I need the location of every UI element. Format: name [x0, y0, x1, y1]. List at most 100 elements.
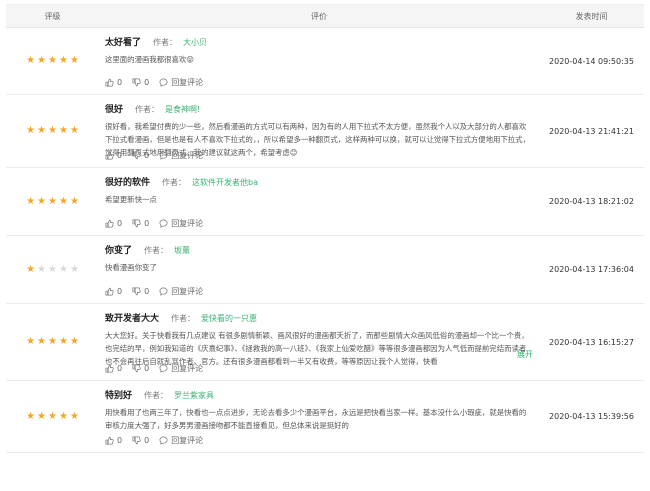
- author-label: 作者： 大小贝: [153, 38, 208, 47]
- reply-button[interactable]: 回复评论: [159, 435, 203, 446]
- dislike-count: 0: [144, 78, 150, 87]
- author-name[interactable]: 坂薰: [174, 246, 190, 255]
- star-icon: ★: [58, 195, 68, 207]
- dislike-count: 0: [144, 151, 150, 160]
- reply-button[interactable]: 回复评论: [159, 150, 203, 161]
- author-name[interactable]: 大小贝: [183, 38, 207, 47]
- reply-label: 回复评论: [171, 436, 204, 445]
- thumbs-up-icon: [105, 364, 114, 373]
- thumbs-down-icon: [132, 219, 141, 228]
- thumbs-up-icon: [105, 287, 114, 296]
- like-count: 0: [117, 287, 123, 296]
- star-icon: ★: [58, 125, 68, 136]
- header-rating: 评级: [44, 11, 61, 21]
- author-label: 作者： 这软件开发者他ba: [162, 178, 258, 187]
- post-time: 2020-04-13 18:21:02: [549, 197, 634, 206]
- author-name[interactable]: 这软件开发者他ba: [192, 178, 258, 187]
- star-icon: ★: [69, 263, 79, 275]
- star-icon: ★: [69, 55, 79, 66]
- star-icon: ★: [37, 195, 47, 207]
- star-icon: ★: [26, 125, 36, 136]
- like-button[interactable]: 0: [105, 78, 122, 87]
- rating-cell: ★ ★ ★ ★ ★: [6, 28, 99, 94]
- thumbs-up-icon: [105, 151, 114, 160]
- star-icon: ★: [37, 410, 47, 422]
- author-name[interactable]: 爱快看的一只惠: [201, 314, 257, 323]
- dislike-button[interactable]: 0: [132, 436, 149, 445]
- thumbs-down-icon: [132, 151, 141, 160]
- reply-button[interactable]: 回复评论: [159, 363, 203, 374]
- dislike-button[interactable]: 0: [132, 364, 149, 373]
- review-body: 希望更新快一点: [105, 195, 157, 204]
- star-icon: ★: [26, 410, 36, 422]
- thumbs-down-icon: [132, 287, 141, 296]
- star-rating: ★ ★ ★ ★ ★: [26, 56, 79, 66]
- star-icon: ★: [37, 336, 47, 347]
- comment-icon: [159, 364, 168, 373]
- rating-cell: ★ ★ ★ ★ ★: [6, 95, 99, 167]
- star-icon: ★: [69, 410, 79, 422]
- star-icon: ★: [48, 55, 57, 66]
- like-button[interactable]: 0: [105, 219, 122, 228]
- post-time: 2020-04-13 21:41:21: [549, 126, 634, 136]
- star-icon: ★: [58, 55, 68, 66]
- like-button[interactable]: 0: [105, 364, 122, 373]
- review-cell: 太好看了 作者： 大小贝 这里面的漫画我都很喜欢😝 0 0 回复评论: [99, 28, 539, 94]
- review-cell: 很好的软件 作者： 这软件开发者他ba 希望更新快一点 0 0 回复评论: [99, 168, 539, 235]
- star-icon: ★: [58, 263, 68, 275]
- expand-link[interactable]: 展开: [517, 349, 533, 360]
- star-rating: ★ ★ ★ ★ ★: [26, 195, 79, 207]
- review-cell: 你变了 作者： 坂薰 快看漫画你变了 0 0 回复评论: [99, 236, 539, 303]
- reply-label: 回复评论: [171, 287, 204, 296]
- star-icon: ★: [48, 195, 57, 207]
- star-icon: ★: [48, 336, 57, 347]
- author-label: 作者： 坂薰: [144, 246, 191, 255]
- star-icon: ★: [37, 55, 47, 66]
- dislike-button[interactable]: 0: [132, 219, 149, 228]
- author-name[interactable]: 罗兰紫家具: [174, 391, 214, 400]
- dislike-count: 0: [144, 436, 150, 445]
- like-count: 0: [117, 219, 123, 228]
- star-icon: ★: [26, 336, 36, 347]
- thumbs-down-icon: [132, 78, 141, 87]
- reply-label: 回复评论: [171, 364, 204, 373]
- comment-icon: [159, 436, 168, 445]
- table-header: 评级 评价 发表时间: [6, 4, 644, 28]
- rating-cell: ★ ★ ★ ★ ★: [6, 381, 99, 452]
- review-title: 致开发者大大: [105, 314, 160, 324]
- star-icon: ★: [37, 125, 47, 136]
- header-time: 发表时间: [575, 11, 608, 21]
- star-icon: ★: [69, 336, 79, 347]
- review-body: 快看漫画你变了: [105, 263, 157, 272]
- comment-icon: [159, 219, 168, 228]
- review-row: ★ ★ ★ ★ ★ 很好 作者： 是食神啊! 很好看，我希望付费的少一些，然后看漫画的方式…: [6, 95, 644, 168]
- header-review: 评价: [311, 11, 327, 21]
- rating-cell: ★ ★ ★ ★ ★: [6, 168, 99, 235]
- like-button[interactable]: 0: [105, 436, 122, 445]
- review-row: ★ ★ ★ ★ ★ 你变了 作者： 坂薰 快看漫画你变了 0 0 回复评论 2020-04…: [6, 236, 644, 304]
- review-row: ★ ★ ★ ★ ★ 致开发者大大 作者： 爱快看的一只惠 大大您好。关于快看我有几点建议 …: [6, 304, 644, 381]
- dislike-button[interactable]: 0: [132, 78, 149, 87]
- comment-icon: [159, 287, 168, 296]
- star-icon: ★: [69, 195, 79, 207]
- reply-button[interactable]: 回复评论: [159, 286, 203, 297]
- star-rating: ★ ★ ★ ★ ★: [26, 126, 79, 136]
- reply-button[interactable]: 回复评论: [159, 218, 203, 229]
- like-count: 0: [117, 78, 123, 87]
- author-label: 作者： 是食神啊!: [135, 105, 201, 114]
- like-button[interactable]: 0: [105, 151, 122, 160]
- like-count: 0: [117, 151, 123, 160]
- like-count: 0: [117, 436, 123, 445]
- post-time: 2020-04-13 17:36:04: [549, 265, 634, 274]
- like-button[interactable]: 0: [105, 287, 122, 296]
- review-title: 太好看了: [105, 38, 142, 48]
- rating-cell: ★ ★ ★ ★ ★: [6, 304, 99, 380]
- dislike-button[interactable]: 0: [132, 287, 149, 296]
- author-label: 作者： 罗兰紫家具: [144, 391, 215, 400]
- star-icon: ★: [26, 263, 36, 275]
- author-name[interactable]: 是食神啊!: [165, 105, 200, 114]
- star-icon: ★: [48, 263, 57, 275]
- dislike-button[interactable]: 0: [132, 151, 149, 160]
- reply-button[interactable]: 回复评论: [159, 77, 203, 88]
- review-row: ★ ★ ★ ★ ★ 太好看了 作者： 大小贝 这里面的漫画我都很喜欢😝 0 0 回复评论 …: [6, 28, 644, 95]
